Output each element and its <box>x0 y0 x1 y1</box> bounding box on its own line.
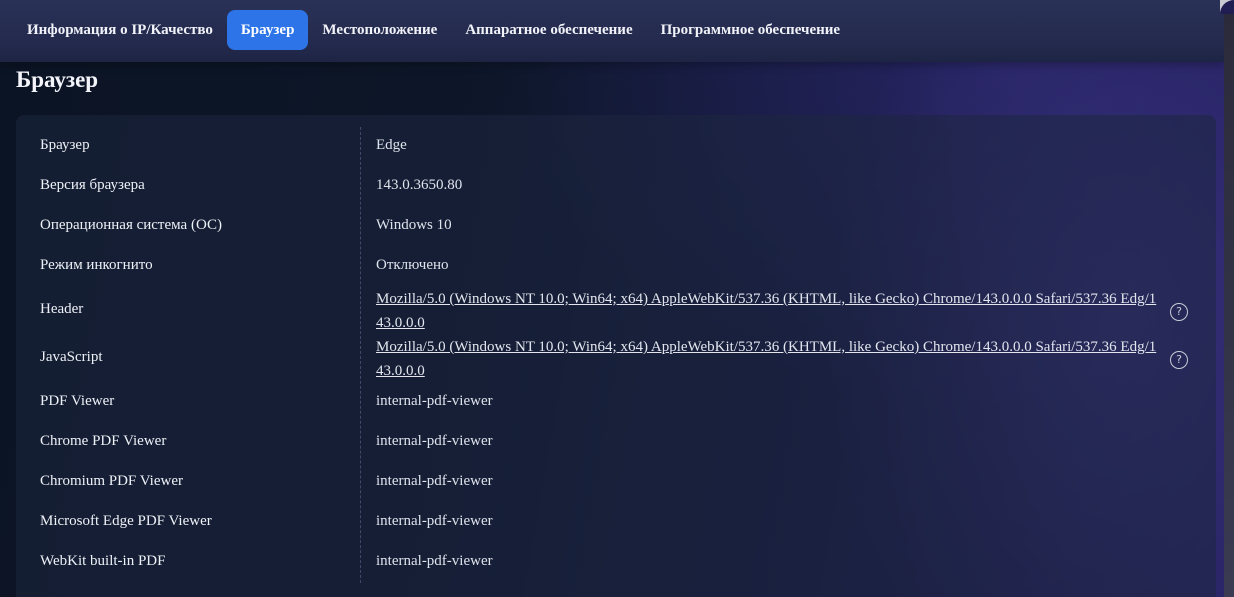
tab-location[interactable]: Местоположение <box>308 10 451 50</box>
question-circle-icon[interactable]: ? <box>1170 351 1188 369</box>
row-label: WebKit built-in PDF <box>40 553 166 569</box>
browser-info-card: Браузер Edge Версия браузера 143.0.3650.… <box>16 115 1216 597</box>
row-label: Режим инкогнито <box>40 257 153 273</box>
row-value: Edge <box>376 137 407 153</box>
row-value: internal-pdf-viewer <box>376 473 493 489</box>
row-label: Microsoft Edge PDF Viewer <box>40 513 212 529</box>
row-label: JavaScript <box>40 349 103 365</box>
row-label: Header <box>40 301 84 317</box>
row-label: Chrome PDF Viewer <box>40 433 167 449</box>
question-circle-icon[interactable]: ? <box>1170 303 1188 321</box>
javascript-user-agent-link[interactable]: Mozilla/5.0 (Windows NT 10.0; Win64; x64… <box>376 335 1162 383</box>
row-label: Chromium PDF Viewer <box>40 473 183 489</box>
row-label: Браузер <box>40 137 90 153</box>
row-value: internal-pdf-viewer <box>376 553 493 569</box>
section-title: Браузер <box>16 67 99 92</box>
row-value: internal-pdf-viewer <box>376 433 493 449</box>
row-label: Операционная система (ОС) <box>40 217 222 233</box>
window-corner <box>1220 0 1234 14</box>
header-user-agent-link[interactable]: Mozilla/5.0 (Windows NT 10.0; Win64; x64… <box>376 287 1162 335</box>
row-value: internal-pdf-viewer <box>376 393 493 409</box>
row-value: internal-pdf-viewer <box>376 513 493 529</box>
row-value: Отключено <box>376 257 449 273</box>
tab-bar: Информация о IP/Качество Браузер Местопо… <box>13 10 854 50</box>
row-value: Windows 10 <box>376 217 452 233</box>
row-label: PDF Viewer <box>40 393 115 409</box>
tab-hardware[interactable]: Аппаратное обеспечение <box>451 10 646 50</box>
window-edge <box>1224 0 1234 597</box>
row-label: Версия браузера <box>40 177 145 193</box>
tab-browser[interactable]: Браузер <box>226 10 309 50</box>
column-divider <box>360 127 361 583</box>
row-value: 143.0.3650.80 <box>376 177 463 193</box>
tab-ip-quality[interactable]: Информация о IP/Качество <box>13 10 227 50</box>
top-navigation: Информация о IP/Качество Браузер Местопо… <box>0 0 1224 62</box>
tab-software[interactable]: Программное обеспечение <box>647 10 854 50</box>
